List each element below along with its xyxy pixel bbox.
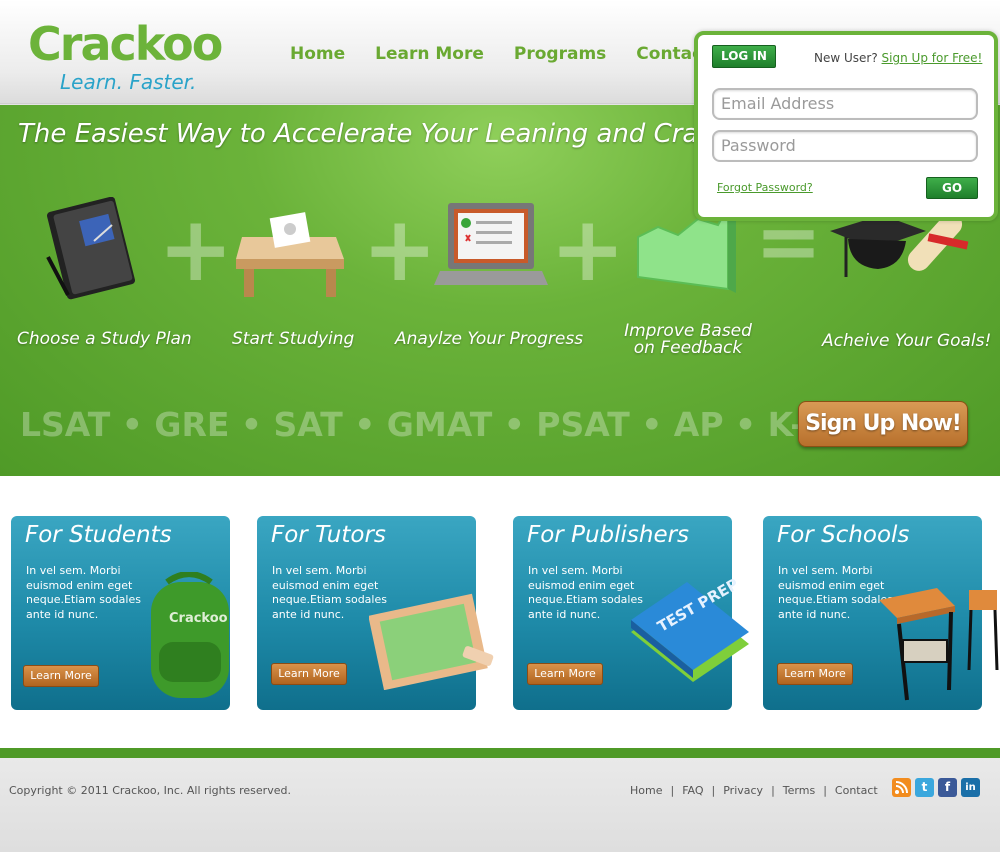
laptop-icon	[430, 197, 550, 317]
logo[interactable]: Crackoo Learn. Faster.	[28, 14, 228, 94]
new-user-text: New User? Sign Up for Free!	[814, 51, 982, 65]
rss-icon[interactable]	[892, 778, 911, 797]
learn-more-button[interactable]: Learn More	[527, 663, 603, 685]
card-title: For Students	[25, 522, 172, 548]
logo-wordmark: Crackoo	[28, 17, 223, 71]
email-field[interactable]: Email Address	[712, 88, 978, 120]
footer: Copyright © 2011 Crackoo, Inc. All right…	[0, 758, 1000, 852]
footer-link-terms[interactable]: Terms	[783, 784, 815, 797]
facebook-icon[interactable]: f	[938, 778, 957, 797]
chalkboard-icon	[368, 586, 499, 694]
step-label: Acheive Your Goals!	[822, 331, 992, 351]
twitter-icon[interactable]: t	[915, 778, 934, 797]
card-title: For Schools	[777, 522, 910, 548]
backpack-logo: Crackoo	[169, 611, 228, 626]
footer-separator: |	[711, 784, 716, 797]
nav-home[interactable]: Home	[275, 40, 360, 68]
footer-link-privacy[interactable]: Privacy	[723, 784, 763, 797]
test-prep-book-icon: TEST PREP	[623, 572, 759, 696]
footer-separator: |	[670, 784, 675, 797]
step-label: Start Studying	[232, 329, 355, 349]
step-label: Improve Based on Feedback	[624, 321, 752, 358]
forgot-password-link[interactable]: Forgot Password?	[717, 181, 813, 194]
login-button[interactable]: LOG IN	[712, 45, 776, 68]
plus-icon: +	[362, 197, 438, 302]
footer-link-home[interactable]: Home	[630, 784, 662, 797]
card-publishers: For Publishers In vel sem. Morbi euismod…	[513, 516, 749, 710]
notebook-icon	[38, 196, 158, 317]
learn-more-button[interactable]: Learn More	[777, 663, 853, 685]
plus-icon: +	[158, 197, 234, 302]
go-button[interactable]: GO	[926, 177, 978, 199]
main-nav: Home Learn More Programs Contact	[275, 40, 725, 68]
nav-learn-more[interactable]: Learn More	[360, 40, 499, 68]
test-list: LSAT • GRE • SAT • GMAT • PSAT • AP • K-…	[20, 405, 850, 444]
page: Crackoo Learn. Faster. Home Learn More P…	[0, 0, 1000, 852]
footer-link-faq[interactable]: FAQ	[682, 784, 703, 797]
school-desk-icon	[877, 580, 1000, 708]
footer-link-contact[interactable]: Contact	[835, 784, 878, 797]
card-text: In vel sem. Morbi euismod enim eget nequ…	[26, 564, 141, 621]
audience-cards: For Students In vel sem. Morbi euismod e…	[0, 476, 1000, 748]
step-label: Choose a Study Plan	[17, 329, 192, 349]
login-panel: LOG IN New User? Sign Up for Free! Email…	[694, 31, 998, 221]
card-tutors: For Tutors In vel sem. Morbi euismod eni…	[257, 516, 494, 710]
copyright: Copyright © 2011 Crackoo, Inc. All right…	[9, 784, 291, 797]
plus-icon: +	[550, 197, 626, 302]
footer-links: Home | FAQ | Privacy | Terms | Contact	[630, 784, 878, 797]
footer-divider	[0, 748, 1000, 758]
logo-tagline: Learn. Faster.	[60, 70, 197, 94]
hero-title: The Easiest Way to Accelerate Your Leani…	[18, 119, 747, 149]
footer-separator: |	[771, 784, 775, 797]
card-students: For Students In vel sem. Morbi euismod e…	[11, 516, 230, 710]
step-label: Anaylze Your Progress	[395, 329, 584, 349]
nav-programs[interactable]: Programs	[499, 40, 621, 68]
password-field[interactable]: Password	[712, 130, 978, 162]
new-user-label: New User?	[814, 51, 878, 65]
learn-more-button[interactable]: Learn More	[271, 663, 347, 685]
footer-separator: |	[823, 784, 827, 797]
card-title: For Tutors	[271, 522, 386, 548]
card-title: For Publishers	[527, 522, 690, 548]
learn-more-button[interactable]: Learn More	[23, 665, 99, 687]
card-schools: For Schools In vel sem. Morbi euismod en…	[763, 516, 999, 710]
sign-up-free-link[interactable]: Sign Up for Free!	[882, 51, 983, 65]
sign-up-now-button[interactable]: Sign Up Now!	[798, 401, 968, 447]
linkedin-icon[interactable]: in	[961, 778, 980, 797]
backpack-icon: Crackoo	[137, 571, 241, 706]
desk-icon	[232, 197, 352, 317]
